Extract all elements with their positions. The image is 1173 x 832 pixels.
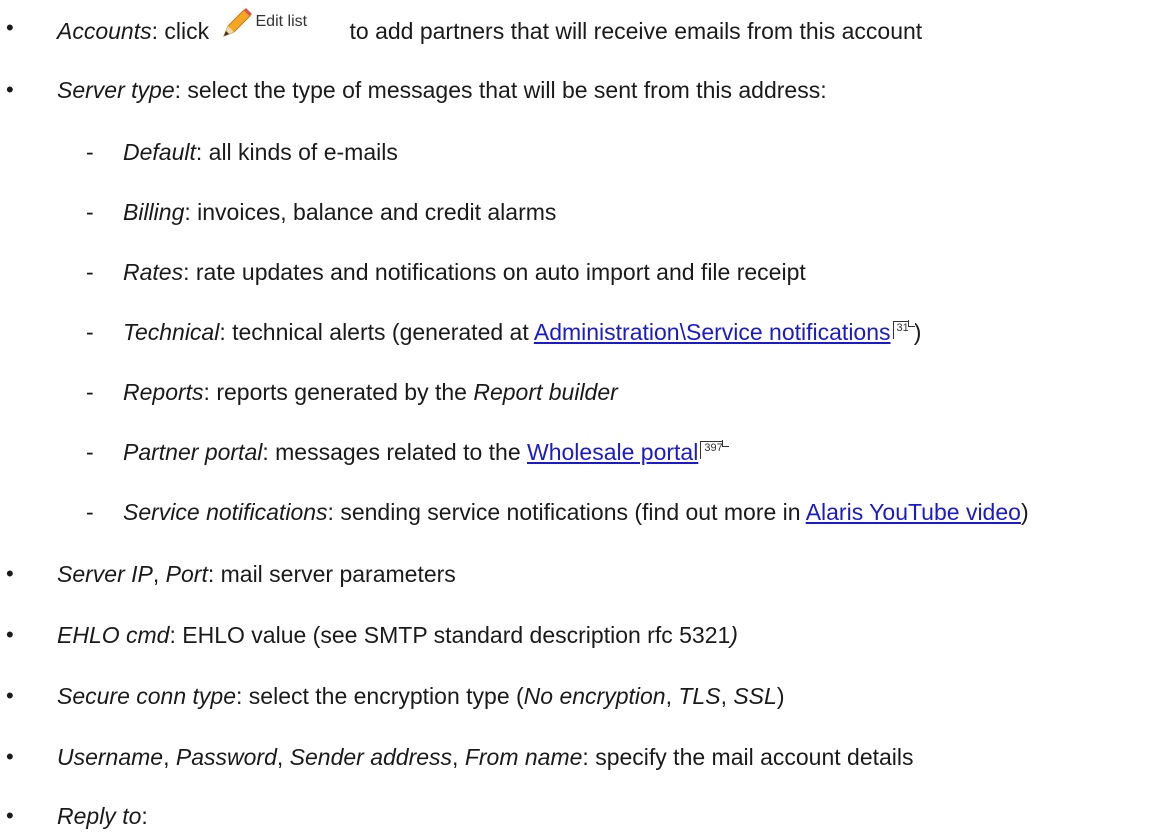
pencil-icon [222,8,252,37]
page-ref-icon[interactable]: 31 [892,320,915,339]
edit-list-label: Edit list [255,13,308,30]
term-accounts: Accounts [57,18,152,44]
link-service-notifications[interactable]: Administration\Service notifications [534,319,891,345]
page-ref-icon[interactable]: 397 [700,440,729,459]
link-wholesale-portal[interactable]: Wholesale portal [527,439,698,465]
bullet: • [6,15,14,40]
link-alaris-youtube-video[interactable]: Alaris YouTube video [806,499,1021,525]
edit-list-button[interactable]: Edit list [216,8,346,42]
